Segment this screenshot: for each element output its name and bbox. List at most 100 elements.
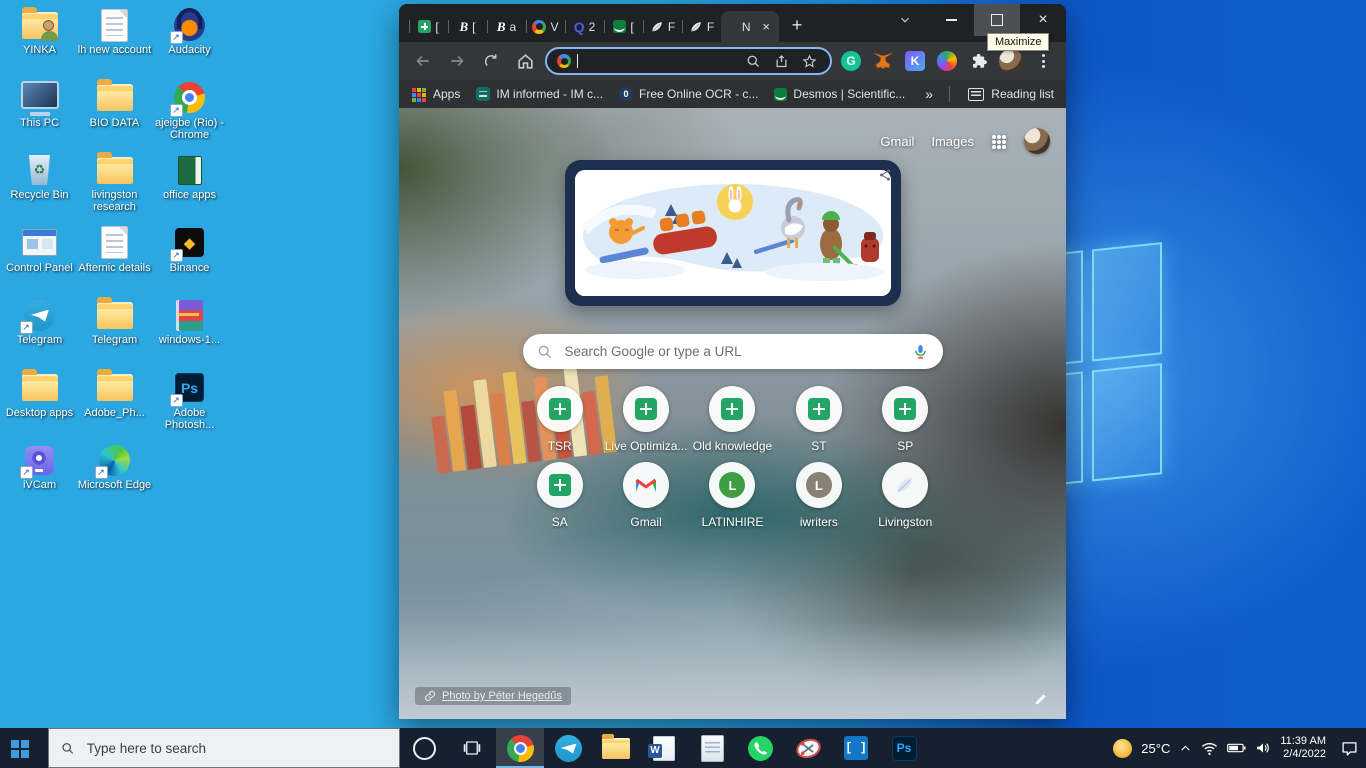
doodle-share-icon[interactable] [878, 168, 892, 182]
browser-tab[interactable]: B a × [487, 11, 526, 42]
taskbar-app-snipping-tool[interactable] [784, 728, 832, 768]
volume-icon[interactable] [1255, 741, 1271, 755]
bookmark-item[interactable]: 0 Free Online OCR - c... [619, 87, 758, 101]
gmail-link[interactable]: Gmail [880, 134, 914, 149]
desktop-icon[interactable]: Ps Adobe Photosh... [152, 369, 227, 442]
taskbar-app-word[interactable] [640, 728, 688, 768]
bookmark-item[interactable]: Desmos | Scientific... [774, 87, 905, 101]
kami-extension-icon[interactable]: K [902, 48, 928, 74]
images-link[interactable]: Images [931, 134, 974, 149]
browser-tab[interactable]: [ × [604, 11, 643, 42]
shortcut-tile[interactable]: Gmail [603, 462, 689, 529]
voice-search-icon[interactable] [912, 343, 929, 360]
desktop-icon[interactable]: Desktop apps [2, 369, 77, 442]
shortcut-tile[interactable]: Old knowledge [689, 386, 775, 453]
ntp-search-bar[interactable] [522, 334, 943, 369]
browser-tab[interactable]: F × [682, 11, 721, 42]
desktop-icon[interactable]: livingston research [77, 151, 152, 224]
taskbar-app-file-explorer[interactable] [592, 728, 640, 768]
desktop-icon[interactable]: Afternic details [77, 224, 152, 297]
desktop-icon[interactable]: Microsoft Edge [77, 441, 152, 514]
start-button[interactable] [0, 728, 48, 768]
shortcut-tile[interactable]: L LATINHIRE [689, 462, 775, 529]
address-bar[interactable] [545, 47, 832, 75]
taskbar-app-whatsapp[interactable] [736, 728, 784, 768]
temperature[interactable]: 25°C [1141, 741, 1170, 756]
desktop-icon[interactable]: ♻ Recycle Bin [2, 151, 77, 224]
bookmark-item[interactable]: Apps [411, 87, 460, 101]
google-apps-grid-icon[interactable] [992, 135, 996, 139]
shortcut-tile[interactable]: SP [862, 386, 948, 453]
customize-pencil-icon[interactable] [1034, 692, 1048, 706]
desktop-icon[interactable]: windows-1... [152, 296, 227, 369]
colorful-extension-icon[interactable] [934, 48, 960, 74]
tab-search-chevron-icon[interactable] [888, 4, 922, 36]
battery-icon[interactable] [1227, 742, 1246, 754]
back-icon[interactable] [409, 47, 437, 75]
reload-icon[interactable] [477, 47, 505, 75]
close-button[interactable]: × [1020, 4, 1066, 36]
tab-close-icon[interactable]: × [762, 20, 770, 33]
profile-avatar[interactable] [998, 48, 1024, 74]
browser-tab[interactable]: N × [721, 11, 779, 42]
taskbar-app-chrome[interactable] [496, 728, 544, 768]
bookmark-star-icon[interactable] [798, 50, 820, 72]
taskbar-search[interactable] [48, 728, 400, 768]
desktop-icon[interactable]: Audacity [152, 6, 227, 79]
extensions-puzzle-icon[interactable] [966, 48, 992, 74]
ntp-search-input[interactable] [562, 343, 902, 360]
desktop-icon[interactable]: This PC [2, 79, 77, 152]
desktop-icon[interactable]: ◆ Binance [152, 224, 227, 297]
taskbar-app-photoshop[interactable]: Ps [880, 728, 928, 768]
desktop-icon[interactable]: lh new account [77, 6, 152, 79]
taskbar-app-notepad[interactable] [688, 728, 736, 768]
shortcut-tile[interactable]: SA [517, 462, 603, 529]
minimize-button[interactable] [928, 4, 974, 36]
browser-tab[interactable]: B [ × [448, 11, 487, 42]
share-icon[interactable] [770, 50, 792, 72]
grammarly-extension-icon[interactable]: G [838, 48, 864, 74]
google-doodle[interactable] [564, 160, 901, 306]
forward-icon[interactable] [443, 47, 471, 75]
maximize-button[interactable] [974, 4, 1020, 36]
metamask-extension-icon[interactable] [870, 48, 896, 74]
cortana-button[interactable] [400, 728, 448, 768]
desktop-icon[interactable]: ajeigbe (Rio) - Chrome [152, 79, 227, 152]
desktop-icon[interactable]: Control Panel [2, 224, 77, 297]
wifi-icon[interactable] [1201, 741, 1218, 756]
taskbar-app-telegram[interactable] [544, 728, 592, 768]
desktop-icon[interactable]: Adobe_Ph... [77, 369, 152, 442]
desktop-icon[interactable]: YINKA [2, 6, 77, 79]
hidden-icons-chevron[interactable] [1179, 742, 1192, 755]
desktop-icon[interactable]: Telegram [77, 296, 152, 369]
action-center-icon[interactable] [1341, 741, 1358, 756]
task-view-button[interactable] [448, 728, 496, 768]
browser-tab[interactable]: V × [526, 11, 565, 42]
taskbar-clock[interactable]: 11:39 AM 2/4/2022 [1280, 735, 1326, 761]
browser-tab[interactable]: Q 2 × [565, 11, 604, 42]
shortcut-tile[interactable]: Live Optimiza... [603, 386, 689, 453]
shortcut-tile[interactable]: L iwriters [776, 462, 862, 529]
bookmarks-overflow-chevron[interactable]: » [925, 86, 933, 102]
desktop-icon[interactable]: iVCam [2, 441, 77, 514]
chrome-menu-icon[interactable] [1030, 48, 1056, 74]
account-avatar[interactable] [1024, 128, 1050, 154]
desktop-icon[interactable]: Telegram [2, 296, 77, 369]
reading-list-button[interactable]: Reading list [968, 87, 1054, 101]
new-tab-button[interactable]: + [783, 11, 811, 39]
shortcut-tile[interactable]: Livingston [862, 462, 948, 529]
taskbar-app-brackets-app[interactable]: [ ] [832, 728, 880, 768]
home-icon[interactable] [511, 47, 539, 75]
shortcut-tile[interactable]: ST [776, 386, 862, 453]
bookmark-item[interactable]: IM informed - IM c... [476, 87, 603, 101]
browser-tab[interactable]: [ × [409, 11, 448, 42]
weather-icon[interactable] [1113, 738, 1133, 758]
shortcut-tile[interactable]: TSR [517, 386, 603, 453]
photo-attribution[interactable]: Photo by Péter Hegedűs [415, 687, 571, 705]
browser-tab[interactable]: F × [643, 11, 682, 42]
desktop-icon[interactable]: BIO DATA [77, 79, 152, 152]
desktop-icon-art [169, 81, 211, 117]
desktop-icon[interactable]: office apps [152, 151, 227, 224]
taskbar-search-input[interactable] [84, 739, 387, 757]
zoom-icon[interactable] [742, 50, 764, 72]
